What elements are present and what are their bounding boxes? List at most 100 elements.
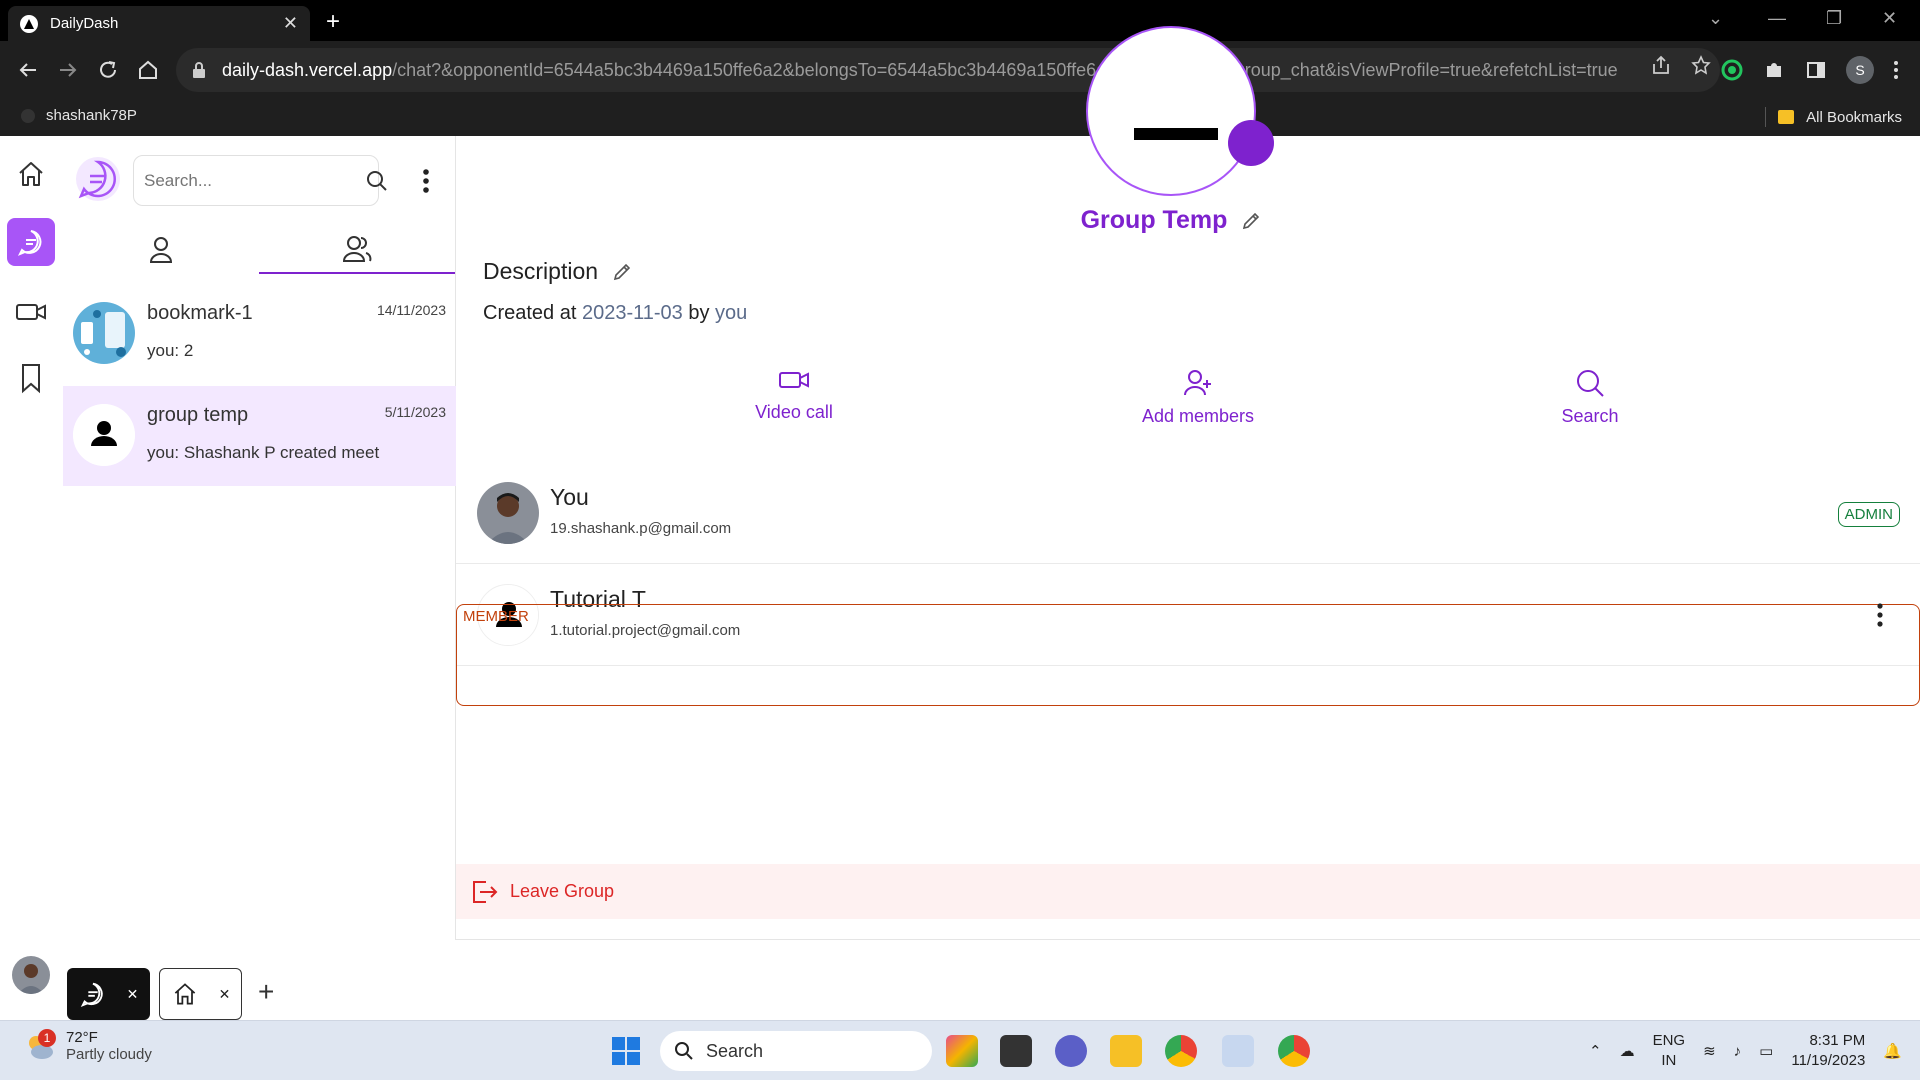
- file-explorer-icon[interactable]: [1110, 1035, 1142, 1067]
- chat-avatar: [73, 404, 135, 466]
- member-email: 19.shashank.p@gmail.com: [550, 520, 732, 537]
- share-icon[interactable]: [1650, 54, 1672, 76]
- home-icon: [171, 980, 199, 1008]
- video-call-button[interactable]: Video call: [694, 368, 894, 423]
- tab-search-icon[interactable]: ⌄: [1708, 8, 1723, 29]
- onedrive-icon[interactable]: ☁: [1620, 1042, 1635, 1060]
- minimize-button[interactable]: —: [1768, 8, 1786, 29]
- chat-item-group-temp[interactable]: group temp you: Shashank P created meet …: [63, 386, 456, 486]
- clock-date: 11/19/2023: [1791, 1052, 1866, 1069]
- rail-chat-icon[interactable]: [7, 218, 55, 266]
- snipping-tool-icon[interactable]: [1222, 1035, 1254, 1067]
- rail-home-icon[interactable]: [7, 150, 55, 198]
- copilot-icon[interactable]: [946, 1035, 978, 1067]
- clock[interactable]: 8:31 PM 11/19/2023: [1791, 1031, 1865, 1071]
- notification-bell-icon[interactable]: 🔔: [1883, 1042, 1902, 1060]
- address-bar[interactable]: daily-dash.vercel.app/chat?&opponentId=6…: [176, 48, 1720, 92]
- bookmark-github[interactable]: shashank78P: [20, 107, 137, 124]
- current-user-avatar[interactable]: [12, 956, 50, 994]
- system-tray: ⌃ ☁ ENG IN ≋ ♪ ▭ 8:31 PM 11/19/2023 🔔: [1589, 1021, 1920, 1081]
- group-icon: [342, 234, 372, 262]
- video-call-label: Video call: [755, 402, 833, 422]
- tab-group-chats[interactable]: [259, 224, 455, 274]
- rail-bookmark-icon[interactable]: [7, 354, 55, 402]
- tab-personal-chats[interactable]: [63, 224, 259, 274]
- bookmark-label: shashank78P: [46, 107, 137, 124]
- member-options-icon[interactable]: [1876, 602, 1884, 628]
- edit-name-pencil-icon[interactable]: [1241, 211, 1261, 231]
- chat-sidebar: bookmark-1 you: 2 14/11/2023 group temp …: [63, 136, 456, 940]
- chrome-profile-icon[interactable]: [1278, 1035, 1310, 1067]
- back-icon[interactable]: [14, 56, 42, 84]
- app-dock: ✕ ✕ +: [0, 940, 1920, 1020]
- admin-badge: ADMIN: [1837, 502, 1900, 527]
- chat-search-box[interactable]: [133, 155, 387, 206]
- new-tab-button[interactable]: +: [326, 8, 340, 36]
- weather-widget[interactable]: 1 72°F Partly cloudy: [22, 1029, 152, 1063]
- task-view-icon[interactable]: [1000, 1035, 1032, 1067]
- edit-description-pencil-icon[interactable]: [612, 262, 632, 282]
- created-by: you: [715, 302, 748, 324]
- chat-search-input[interactable]: [144, 170, 365, 191]
- add-members-label: Add members: [1141, 406, 1255, 426]
- taskbar-search[interactable]: Search: [660, 1031, 932, 1071]
- dock-tab-home[interactable]: ✕: [159, 968, 242, 1020]
- dailydash-favicon-icon: [20, 14, 38, 33]
- leave-group-button[interactable]: Leave Group: [456, 864, 1920, 919]
- teams-chat-icon[interactable]: [1055, 1035, 1087, 1067]
- clock-time: 8:31 PM: [1809, 1032, 1866, 1049]
- leave-group-label: Leave Group: [510, 881, 615, 901]
- extensions-puzzle-icon[interactable]: [1762, 58, 1786, 82]
- chat-date: 5/11/2023: [384, 404, 446, 420]
- member-avatar: [477, 482, 539, 544]
- chat-item-bookmark-1[interactable]: bookmark-1 you: 2 14/11/2023: [63, 284, 456, 384]
- notification-badge: 1: [38, 1029, 56, 1047]
- chrome-menu-icon[interactable]: [1892, 58, 1900, 82]
- wifi-icon[interactable]: ≋: [1703, 1042, 1716, 1060]
- close-window-button[interactable]: ✕: [1882, 8, 1897, 29]
- all-bookmarks-label: All Bookmarks: [1806, 108, 1902, 126]
- rail-video-icon[interactable]: [7, 288, 55, 336]
- folder-icon: [1778, 110, 1795, 124]
- browser-tab[interactable]: DailyDash ✕: [8, 6, 310, 41]
- side-panel-icon[interactable]: [1804, 58, 1828, 82]
- dock-tab-chat[interactable]: ✕: [67, 968, 150, 1020]
- language-indicator[interactable]: ENG IN: [1653, 1031, 1686, 1071]
- restore-button[interactable]: ❐: [1826, 8, 1842, 29]
- chat-last-message: you: Shashank P created meet: [147, 443, 380, 462]
- reload-icon[interactable]: [94, 56, 122, 84]
- close-dock-tab-icon[interactable]: ✕: [127, 986, 139, 1003]
- forward-icon[interactable]: [54, 56, 82, 84]
- change-avatar-icon[interactable]: [1228, 120, 1274, 166]
- member-badge: MEMBER: [456, 604, 1920, 706]
- close-dock-tab-icon[interactable]: ✕: [219, 986, 231, 1003]
- start-menu-icon[interactable]: [610, 1035, 642, 1067]
- sidebar-more-icon[interactable]: [421, 168, 431, 194]
- member-row[interactable]: You 19.shashank.p@gmail.com ADMIN: [456, 462, 1920, 564]
- search-icon[interactable]: [365, 169, 389, 193]
- taskbar-search-label: Search: [706, 1040, 764, 1061]
- chrome-icon[interactable]: [1165, 1035, 1197, 1067]
- chat-last-message: you: 2: [147, 341, 194, 360]
- home-icon[interactable]: [134, 56, 162, 84]
- add-members-button[interactable]: Add members: [1098, 368, 1298, 427]
- volume-icon[interactable]: ♪: [1734, 1043, 1742, 1060]
- chrome-profile-avatar[interactable]: S: [1846, 56, 1874, 84]
- chat-date: 14/11/2023: [376, 302, 446, 318]
- bookmark-star-icon[interactable]: [1690, 54, 1712, 76]
- member-row[interactable]: Tutorial T 1.tutorial.project@gmail.com …: [456, 564, 1920, 706]
- search-messages-button[interactable]: Search: [1490, 368, 1690, 427]
- weather-condition: Partly cloudy: [66, 1046, 152, 1063]
- extension-green-icon[interactable]: [1720, 58, 1744, 82]
- chat-avatar: [73, 302, 135, 364]
- close-tab-icon[interactable]: ✕: [283, 13, 298, 34]
- chevron-up-icon[interactable]: ⌃: [1589, 1042, 1602, 1060]
- all-bookmarks-button[interactable]: All Bookmarks: [1765, 107, 1902, 127]
- battery-icon[interactable]: ▭: [1759, 1042, 1773, 1060]
- dailydash-app: bookmark-1 you: 2 14/11/2023 group temp …: [0, 26, 1920, 1020]
- member-name: You: [550, 484, 589, 510]
- bookmarks-bar: shashank78P All Bookmarks: [0, 99, 1920, 136]
- chat-type-tabs: [63, 224, 456, 274]
- lang-bottom: IN: [1661, 1052, 1677, 1069]
- add-dock-tab-button[interactable]: +: [258, 976, 274, 1008]
